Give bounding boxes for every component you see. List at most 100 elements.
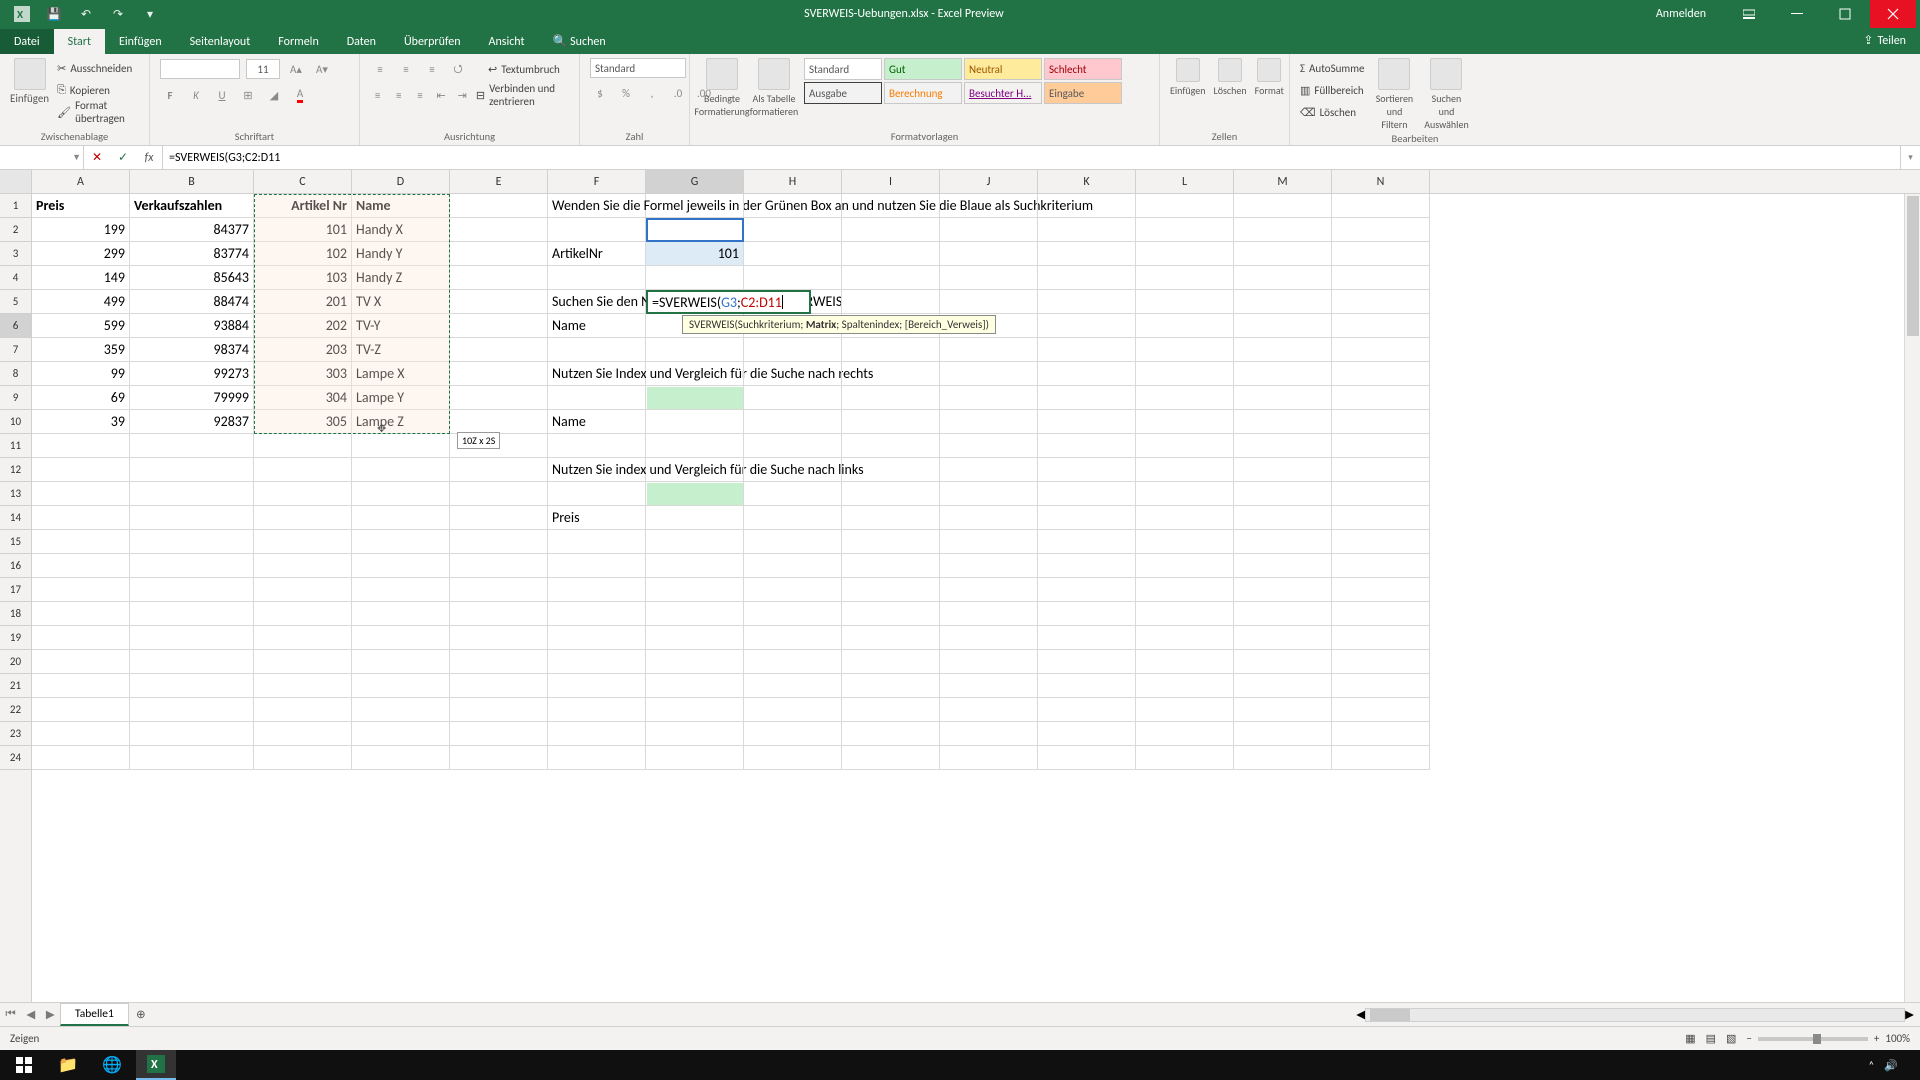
cell-B7[interactable]: 98374: [130, 338, 254, 362]
cell-M1[interactable]: [1234, 194, 1332, 218]
cell-L11[interactable]: [1136, 434, 1234, 458]
cell-F6[interactable]: Name: [548, 314, 646, 338]
cell-A11[interactable]: [32, 434, 130, 458]
cell-D12[interactable]: [352, 458, 450, 482]
cell-N11[interactable]: [1332, 434, 1430, 458]
cell-M14[interactable]: [1234, 506, 1332, 530]
cell-N3[interactable]: [1332, 242, 1430, 266]
cell-I15[interactable]: [842, 530, 940, 554]
enter-formula-icon[interactable]: ✓: [110, 146, 136, 169]
cell-A10[interactable]: 39: [32, 410, 130, 434]
excel-taskbar-icon[interactable]: X: [136, 1050, 176, 1080]
number-format-select[interactable]: Standard: [590, 58, 686, 78]
cell-N24[interactable]: [1332, 746, 1430, 770]
zoom-out-icon[interactable]: −: [1746, 1032, 1751, 1045]
col-header-D[interactable]: D: [352, 170, 450, 193]
comma-icon[interactable]: ,: [642, 83, 662, 103]
cell-N6[interactable]: [1332, 314, 1430, 338]
hscroll-right-icon[interactable]: ▶: [1905, 1007, 1914, 1022]
cell-J20[interactable]: [940, 650, 1038, 674]
cell-D23[interactable]: [352, 722, 450, 746]
cell-M6[interactable]: [1234, 314, 1332, 338]
cell-D7[interactable]: TV-Z: [352, 338, 450, 362]
cell-J21[interactable]: [940, 674, 1038, 698]
cell-G23[interactable]: [646, 722, 744, 746]
cell-C9[interactable]: 304: [254, 386, 352, 410]
cell-G20[interactable]: [646, 650, 744, 674]
cell-M5[interactable]: [1234, 290, 1332, 314]
cell-F3[interactable]: ArtikelNr: [548, 242, 646, 266]
cell-A20[interactable]: [32, 650, 130, 674]
merge-button[interactable]: ⊟Verbinden und zentrieren: [476, 85, 569, 105]
sheet-nav-first-icon[interactable]: ⏮: [5, 1007, 15, 1022]
cell-G1[interactable]: [646, 194, 744, 218]
row-header-21[interactable]: 21: [0, 674, 31, 698]
start-button[interactable]: [4, 1050, 44, 1080]
style-ausgabe[interactable]: Ausgabe: [804, 82, 882, 104]
cancel-formula-icon[interactable]: ✕: [84, 146, 110, 169]
tab-insert[interactable]: Einfügen: [105, 29, 176, 54]
cell-I11[interactable]: [842, 434, 940, 458]
cell-C16[interactable]: [254, 554, 352, 578]
tab-review[interactable]: Überprüfen: [390, 29, 475, 54]
target-cell-preis[interactable]: [647, 483, 743, 505]
cell-L24[interactable]: [1136, 746, 1234, 770]
cell-J5[interactable]: [940, 290, 1038, 314]
cell-J19[interactable]: [940, 626, 1038, 650]
increase-font-icon[interactable]: A▴: [286, 59, 306, 79]
cell-N8[interactable]: [1332, 362, 1430, 386]
cell-B24[interactable]: [130, 746, 254, 770]
cell-F10[interactable]: Name: [548, 410, 646, 434]
cell-C21[interactable]: [254, 674, 352, 698]
row-header-5[interactable]: 5: [0, 290, 31, 314]
col-header-H[interactable]: H: [744, 170, 842, 193]
cell-F15[interactable]: [548, 530, 646, 554]
cell-E12[interactable]: [450, 458, 548, 482]
close-icon[interactable]: [1870, 0, 1916, 28]
cell-L9[interactable]: [1136, 386, 1234, 410]
inc-decimal-icon[interactable]: .0: [668, 83, 688, 103]
cell-H17[interactable]: [744, 578, 842, 602]
cell-F23[interactable]: [548, 722, 646, 746]
cell-A8[interactable]: 99: [32, 362, 130, 386]
add-sheet-icon[interactable]: ⊕: [129, 1003, 153, 1027]
cell-J14[interactable]: [940, 506, 1038, 530]
cell-A23[interactable]: [32, 722, 130, 746]
select-all-button[interactable]: [0, 170, 31, 194]
cell-H4[interactable]: [744, 266, 842, 290]
cell-K11[interactable]: [1038, 434, 1136, 458]
cell-A18[interactable]: [32, 602, 130, 626]
indent-inc-icon[interactable]: ⇥: [455, 85, 470, 105]
cell-C10[interactable]: 305: [254, 410, 352, 434]
cell-A1[interactable]: Preis: [32, 194, 130, 218]
cell-M3[interactable]: [1234, 242, 1332, 266]
cell-H11[interactable]: [744, 434, 842, 458]
cell-J4[interactable]: [940, 266, 1038, 290]
cell-M16[interactable]: [1234, 554, 1332, 578]
cell-C18[interactable]: [254, 602, 352, 626]
cell-M2[interactable]: [1234, 218, 1332, 242]
cell-J2[interactable]: [940, 218, 1038, 242]
cell-I4[interactable]: [842, 266, 940, 290]
cell-K21[interactable]: [1038, 674, 1136, 698]
cell-L14[interactable]: [1136, 506, 1234, 530]
save-icon[interactable]: 💾: [42, 2, 66, 26]
cell-G18[interactable]: [646, 602, 744, 626]
cell-B3[interactable]: 83774: [130, 242, 254, 266]
cell-I18[interactable]: [842, 602, 940, 626]
find-select-button[interactable]: Suchen und Auswählen: [1424, 58, 1468, 131]
cell-E6[interactable]: [450, 314, 548, 338]
align-center-icon[interactable]: ≡: [391, 85, 406, 105]
cell-E8[interactable]: [450, 362, 548, 386]
cell-L4[interactable]: [1136, 266, 1234, 290]
cell-E18[interactable]: [450, 602, 548, 626]
cell-G14[interactable]: [646, 506, 744, 530]
cell-B21[interactable]: [130, 674, 254, 698]
cell-H3[interactable]: [744, 242, 842, 266]
target-cell-name2[interactable]: [647, 387, 743, 409]
cell-J10[interactable]: [940, 410, 1038, 434]
col-header-A[interactable]: A: [32, 170, 130, 193]
cell-J12[interactable]: [940, 458, 1038, 482]
redo-icon[interactable]: ↷: [106, 2, 130, 26]
cell-B5[interactable]: 88474: [130, 290, 254, 314]
